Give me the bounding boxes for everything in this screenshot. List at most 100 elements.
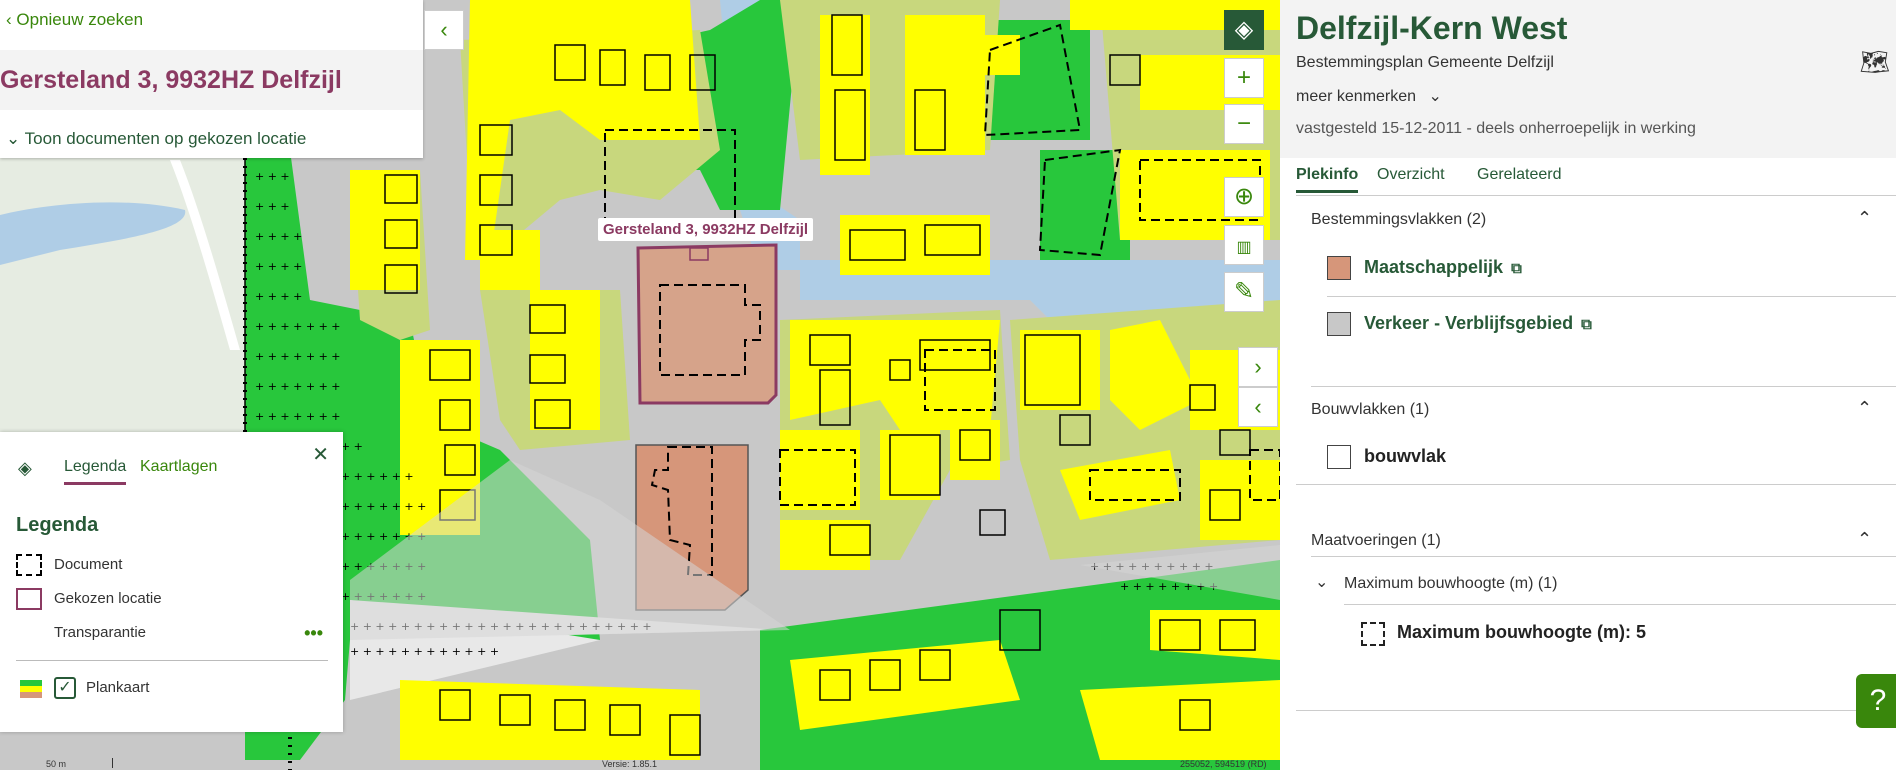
close-icon[interactable]: ✕ [312,442,329,467]
zoom-out-icon: − [1236,110,1251,137]
scale-bar: 50 m [46,759,67,769]
layers-button[interactable]: ◈ [1224,10,1264,50]
draw-button[interactable]: ✎ [1224,272,1264,312]
section-divider [1311,386,1896,387]
section-maatvoeringen[interactable]: Maatvoeringen (1) [1311,532,1441,550]
maatschappelijk-label: Maatschappelijk [1364,257,1504,277]
svg-text:+ + +: + + + [255,170,290,183]
tab-plekinfo[interactable]: Plekinfo [1296,166,1359,193]
legend-row-document: Document [54,556,123,573]
plan-subtitle: Bestemmingsplan Gemeente Delfzijl [1296,54,1554,71]
tab-gerelateerd[interactable]: Gerelateerd [1477,166,1562,184]
coordinates-text: 255052, 594519 (RD) [1180,759,1267,769]
section-divider [1296,484,1896,485]
tab-kaartlagen[interactable]: Kaartlagen [140,458,217,476]
locate-button[interactable]: ⊕ [1224,177,1264,217]
more-options-icon[interactable]: ••• [304,623,323,644]
prev-arrow-button[interactable]: ‹ [1238,387,1278,427]
bouwhoogte-swatch [1361,622,1385,646]
external-link-icon: ⧉ [1511,260,1522,277]
zoom-out-button[interactable]: − [1224,104,1264,144]
maatschappelijk-swatch [1327,256,1351,280]
measure-icon: ▥ [1236,239,1252,256]
layers-icon: ◈ [1234,16,1254,43]
location-map-label: Gersteland 3, 9932HZ Delfzijl [598,218,814,241]
legend-panel: ◈ Legenda Kaartlagen ✕ Legenda Document … [0,432,343,732]
plankaart-swatch-icon [20,680,42,698]
help-icon: ? [1869,684,1887,717]
plan-info-panel: Delfzijl-Kern West Bestemmingsplan Gemee… [1280,0,1896,770]
help-button[interactable]: ? [1856,674,1896,728]
plan-header: Delfzijl-Kern West Bestemmingsplan Gemee… [1280,0,1896,158]
legend-row-gekozen-locatie: Gekozen locatie [54,590,162,607]
measure-button[interactable]: ▥ [1224,225,1264,265]
chevron-left-icon: ‹ [6,10,17,29]
chevron-up-icon[interactable]: ⌃ [1857,398,1872,419]
zoom-in-icon: + [1236,64,1251,91]
external-link-icon: ⧉ [1581,316,1592,333]
chevron-down-icon[interactable]: ⌄ [1315,572,1328,592]
back-to-search-link[interactable]: ‹ Opnieuw zoeken [6,10,143,30]
section-bestemmingsvlakken[interactable]: Bestemmingsvlakken (2) [1311,211,1486,229]
svg-text:+ + + +: + + + + [255,260,302,273]
chevron-down-icon: ⌄ [6,129,25,148]
plan-title: Delfzijl-Kern West [1296,10,1568,46]
verkeer-label: Verkeer - Verblijfsgebied [1364,313,1574,333]
tab-overzicht[interactable]: Overzicht [1377,166,1445,184]
section-divider [1311,556,1896,557]
map-location-icon[interactable]: 🗺 [1860,48,1890,77]
item-bouwvlak: bouwvlak [1364,446,1447,466]
plan-status: vastgesteld 15-12-2011 - deels onherroep… [1296,120,1696,137]
document-swatch [16,554,42,576]
map-footer: 50 m Versie: 1.85.1 255052, 594519 (RD) [0,758,1280,770]
locate-icon: ⊕ [1233,183,1255,210]
legend-row-transparantie: Transparantie [54,624,146,641]
item-maximum-bouwhoogte: Maximum bouwhoogte (m): 5 [1397,622,1646,642]
svg-text:+ + +: + + + [255,200,290,213]
section-divider [1296,710,1896,711]
documents-link-label: Toon documenten op gekozen locatie [24,129,307,148]
subsection-maximum-bouwhoogte[interactable]: Maximum bouwhoogte (m) (1) [1344,575,1557,593]
check-icon: ✓ [58,679,72,696]
layers-icon: ◈ [18,458,32,478]
tab-legenda[interactable]: Legenda [64,458,127,485]
subsection-divider [1344,604,1896,605]
meer-kenmerken-toggle[interactable]: meer kenmerken ⌄ [1296,86,1442,106]
meer-kenmerken-label: meer kenmerken [1296,88,1417,105]
svg-text:+ + + + + + +: + + + + + + + [255,410,341,423]
version-text: Versie: 1.85.1 [602,759,658,769]
back-label: Opnieuw zoeken [16,10,144,29]
item-maatschappelijk[interactable]: Maatschappelijk ⧉ [1364,257,1522,278]
chevron-up-icon[interactable]: ⌃ [1857,208,1872,229]
item-divider [1327,296,1896,297]
chevron-right-icon: › [1254,354,1262,379]
section-bouwvlakken[interactable]: Bouwvlakken (1) [1311,401,1429,419]
selected-address: Gersteland 3, 9932HZ Delfzijl [0,66,342,94]
item-verkeer-verblijfsgebied[interactable]: Verkeer - Verblijfsgebied ⧉ [1364,313,1592,334]
plankaart-checkbox[interactable]: ✓ [54,677,76,699]
chevron-down-icon: ⌄ [1428,88,1442,105]
collapse-panel-button[interactable]: ‹ [424,10,464,50]
next-arrow-button[interactable]: › [1238,347,1278,387]
svg-text:+ + + + + + + + + +: + + + + + + + + + + + + [350,645,499,658]
legend-row-plankaart: Plankaart [86,679,150,696]
chevron-up-icon[interactable]: ⌃ [1857,529,1872,550]
tabs-divider [1296,195,1896,196]
gekozen-locatie-swatch [16,588,42,610]
svg-text:+ + + + + + +: + + + + + + + [255,320,341,333]
zoom-in-button[interactable]: + [1224,58,1264,98]
chevron-left-icon: ‹ [440,17,448,42]
svg-text:+ + + +: + + + + [255,230,302,243]
search-result-panel: ‹ Opnieuw zoeken Gersteland 3, 9932HZ De… [0,0,423,158]
scale-tick [112,758,113,768]
chevron-left-icon: ‹ [1254,394,1262,419]
svg-text:+ + + +: + + + + [255,290,302,303]
verkeer-swatch [1327,312,1351,336]
legend-heading: Legenda [16,514,99,536]
svg-text:+ + + + + + +: + + + + + + + [255,350,341,363]
draw-icon: ✎ [1233,278,1255,305]
bouwvlak-swatch [1327,445,1351,469]
legend-divider [16,660,328,661]
svg-text:+ + + + + + +: + + + + + + + [255,380,341,393]
show-documents-link[interactable]: ⌄ Toon documenten op gekozen locatie [6,129,306,149]
